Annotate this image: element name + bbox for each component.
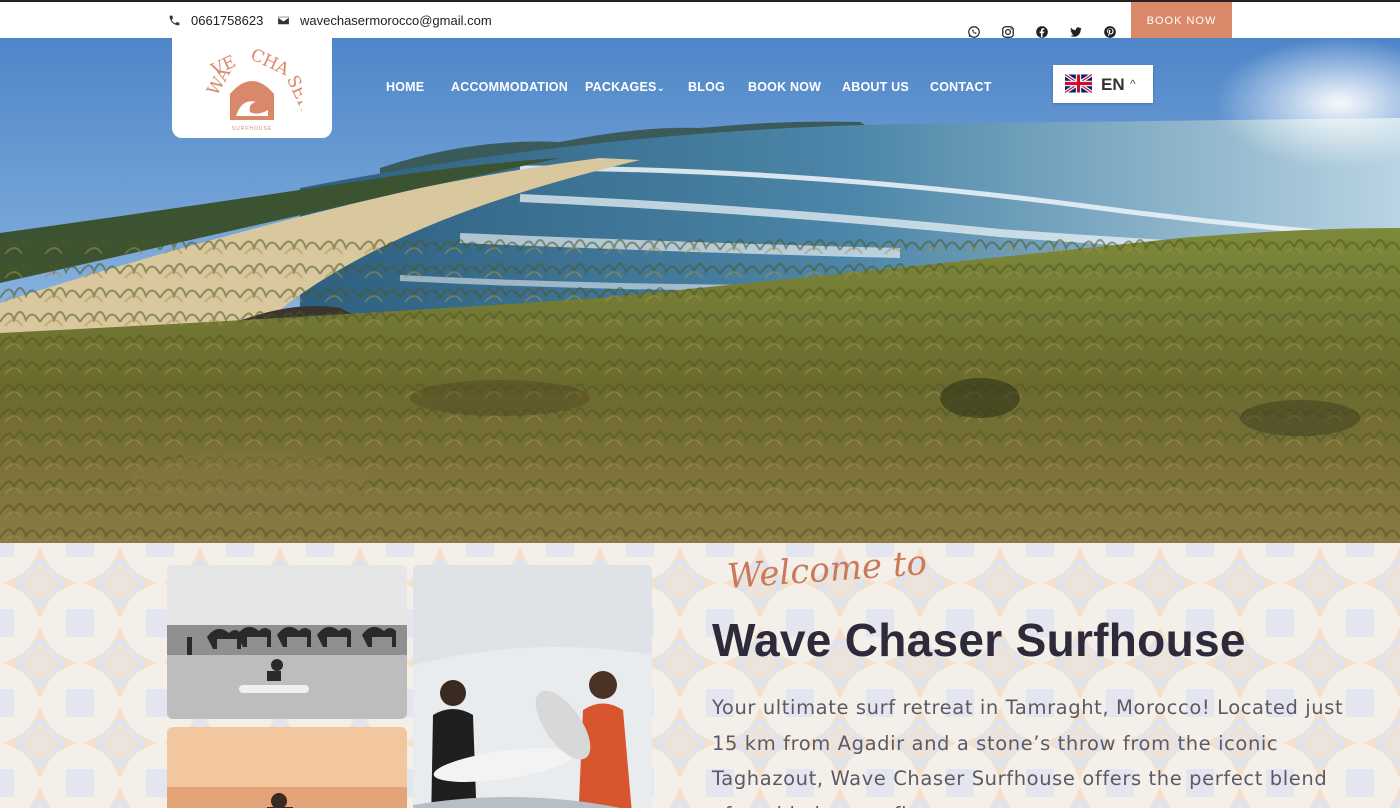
- nav-home[interactable]: HOME: [386, 80, 424, 94]
- nav-packages[interactable]: PACKAGES⌄: [585, 80, 665, 94]
- email-address: wavechasermorocco@gmail.com: [300, 13, 492, 28]
- pinterest-icon[interactable]: [1103, 25, 1117, 39]
- twitter-icon[interactable]: [1069, 25, 1083, 39]
- phone-number: 0661758623: [191, 13, 264, 28]
- email-contact[interactable]: wavechasermorocco@gmail.com: [277, 13, 492, 28]
- chevron-down-icon: ⌄: [656, 83, 666, 94]
- facebook-icon[interactable]: [1035, 25, 1049, 39]
- svg-text:CHA: CHA: [247, 46, 292, 80]
- nav-blog[interactable]: BLOG: [688, 80, 725, 94]
- camel-beach-photo: [167, 565, 407, 719]
- language-code: EN: [1101, 75, 1125, 94]
- nav-book-now[interactable]: BOOK NOW: [748, 80, 821, 94]
- site-logo[interactable]: WA VE CHA SER SURFHOUSE: [172, 38, 332, 138]
- envelope-icon: [278, 16, 289, 25]
- page-title: Wave Chaser Surfhouse: [712, 614, 1246, 666]
- surfers-photo: [413, 565, 652, 808]
- chevron-up-icon: ^: [1130, 77, 1136, 91]
- intro-paragraph: Your ultimate surf retreat in Tamraght, …: [712, 696, 1344, 808]
- phone-icon: [169, 15, 180, 26]
- instagram-icon[interactable]: [1001, 25, 1015, 39]
- nav-packages-label: PACKAGES: [585, 80, 657, 94]
- sunset-surf-photo: [167, 727, 407, 808]
- language-switcher[interactable]: EN ^: [1053, 65, 1153, 103]
- nav-accommodation[interactable]: ACCOMMODATION: [451, 80, 568, 94]
- whatsapp-icon[interactable]: [967, 25, 981, 39]
- top-contact-bar: 0661758623 wavechasermorocco@gmail.com B…: [0, 0, 1400, 40]
- svg-text:SURFHOUSE: SURFHOUSE: [232, 126, 272, 132]
- svg-text:SER: SER: [282, 72, 302, 115]
- phone-contact[interactable]: 0661758623: [168, 13, 263, 28]
- wave-chaser-logo-icon: WA VE CHA SER SURFHOUSE: [203, 46, 302, 132]
- uk-flag-icon: [1065, 73, 1092, 94]
- nav-contact[interactable]: CONTACT: [930, 80, 992, 94]
- book-now-top-button[interactable]: BOOK NOW: [1131, 2, 1232, 40]
- nav-about-us[interactable]: ABOUT US: [842, 80, 909, 94]
